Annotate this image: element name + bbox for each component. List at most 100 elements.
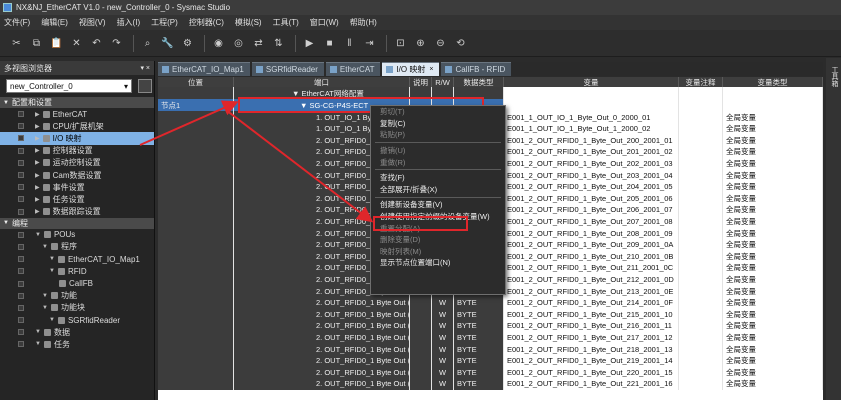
menu-item-0[interactable]: 文件(F) — [4, 17, 30, 28]
tree-item[interactable]: ▼ SGRfidReader — [0, 314, 154, 326]
tree-item[interactable]: ▶ Cam数据设置 — [0, 169, 154, 181]
col-header-port[interactable]: 端口 — [234, 77, 410, 87]
variable-cell[interactable] — [504, 87, 679, 99]
expand-arrow-icon[interactable]: ▶ — [35, 147, 40, 154]
expand-arrow-icon[interactable]: ▶ — [35, 111, 40, 118]
table-row[interactable]: 2. OUT_RFID0_1 Byte Out (214)_2001_0F WBY… — [158, 296, 823, 309]
reset-icon[interactable]: ⟲ — [452, 35, 469, 52]
variable-type-cell[interactable]: 全局变量 — [723, 192, 823, 205]
table-row[interactable]: 2. OUT_RFID0_1 Byte Out (221)_2001_16 WBY… — [158, 377, 823, 390]
delete-icon[interactable]: ✕ — [68, 35, 85, 52]
variable-comment-cell[interactable] — [679, 99, 723, 111]
variable-comment-cell[interactable] — [679, 111, 723, 123]
tree-item[interactable]: ▶ 控制器设置 — [0, 145, 154, 157]
variable-type-cell[interactable]: 全局变量 — [723, 250, 823, 263]
tree-item[interactable]: ▶ 运动控制设置 — [0, 157, 154, 169]
expand-arrow-icon[interactable]: ▶ — [35, 123, 40, 130]
variable-comment-cell[interactable] — [679, 238, 723, 251]
variable-type-cell[interactable]: 全局变量 — [723, 319, 823, 332]
stop-icon[interactable]: ■ — [321, 35, 338, 52]
variable-cell[interactable]: E001_2_OUT_RFID0_1_Byte_Out_211_2001_0C — [504, 261, 679, 274]
paste-icon[interactable]: 📋 — [48, 35, 65, 52]
variable-type-cell[interactable] — [723, 87, 823, 99]
variable-comment-cell[interactable] — [679, 122, 723, 135]
expand-arrow-icon[interactable]: ▼ — [49, 317, 55, 323]
menu-item-4[interactable]: 工程(P) — [151, 17, 178, 28]
build-icon[interactable]: ⚙ — [179, 35, 196, 52]
offline-icon[interactable]: ◎ — [230, 35, 247, 52]
variable-comment-cell[interactable] — [679, 227, 723, 239]
variable-cell[interactable]: E001_2_OUT_RFID0_1_Byte_Out_208_2001_09 — [504, 227, 679, 239]
zoom-fit-icon[interactable]: ⊡ — [392, 35, 409, 52]
expand-arrow-icon[interactable]: ▶ — [35, 184, 40, 191]
variable-cell[interactable]: E001_2_OUT_RFID0_1_Byte_Out_206_2001_07 — [504, 203, 679, 216]
variable-cell[interactable]: E001_2_OUT_RFID0_1_Byte_Out_205_2001_06 — [504, 192, 679, 205]
checkbox-icon[interactable] — [18, 268, 24, 275]
expand-arrow-icon[interactable]: ▼ — [49, 268, 55, 274]
variable-type-cell[interactable]: 全局变量 — [723, 180, 823, 193]
tree-section-1[interactable]: ▼ 编程 — [0, 217, 154, 229]
col-header-description[interactable]: 说明 — [410, 77, 432, 87]
expand-arrow-icon[interactable]: ▼ — [42, 293, 48, 299]
variable-comment-cell[interactable] — [679, 331, 723, 344]
variable-cell[interactable] — [504, 99, 679, 111]
menu-item-1[interactable]: 编辑(E) — [41, 17, 68, 28]
tree-item[interactable]: CallFB — [0, 277, 154, 289]
variable-type-cell[interactable]: 全局变量 — [723, 134, 823, 147]
tree-item[interactable]: ▼ EtherCAT_IO_Map1 — [0, 253, 154, 265]
variable-comment-cell[interactable] — [679, 319, 723, 332]
menu-item-6[interactable]: 模拟(S) — [235, 17, 262, 28]
variable-cell[interactable]: E001_2_OUT_RFID0_1_Byte_Out_219_2001_14 — [504, 354, 679, 367]
checkbox-icon[interactable] — [18, 208, 24, 215]
checkbox-icon[interactable] — [18, 159, 24, 166]
tab-3[interactable]: I/O 映射 × — [382, 62, 440, 76]
zoom-in-icon[interactable]: ⊕ — [412, 35, 429, 52]
variable-comment-cell[interactable] — [679, 169, 723, 181]
variable-type-cell[interactable]: 全局变量 — [723, 343, 823, 355]
tab-0[interactable]: EtherCAT_IO_Map1 — [158, 62, 250, 76]
checkbox-icon[interactable] — [18, 280, 24, 287]
variable-type-cell[interactable]: 全局变量 — [723, 227, 823, 239]
variable-cell[interactable]: E001_2_OUT_RFID0_1_Byte_Out_214_2001_0F — [504, 296, 679, 309]
variable-cell[interactable]: E001_2_OUT_RFID0_1_Byte_Out_204_2001_05 — [504, 180, 679, 193]
step-icon[interactable]: ⇥ — [361, 35, 378, 52]
checkbox-icon[interactable] — [18, 111, 24, 118]
variable-type-cell[interactable]: 全局变量 — [723, 215, 823, 228]
variable-type-cell[interactable]: 全局变量 — [723, 366, 823, 379]
find-icon[interactable]: ⌕ — [139, 35, 156, 52]
table-row[interactable]: 2. OUT_RFID0_1 Byte Out (217)_2001_12 WBY… — [158, 331, 823, 344]
variable-type-cell[interactable]: 全局变量 — [723, 296, 823, 309]
variable-cell[interactable]: E001_2_OUT_RFID0_1_Byte_Out_203_2001_04 — [504, 169, 679, 181]
col-header-variable-type[interactable]: 变量类型 — [723, 77, 823, 87]
tree-item[interactable]: ▶ 数据跟踪设置 — [0, 206, 154, 218]
context-menu-item[interactable]: 查找(F) — [371, 172, 505, 184]
variable-type-cell[interactable]: 全局变量 — [723, 122, 823, 135]
checkbox-icon[interactable] — [18, 329, 24, 336]
variable-type-cell[interactable]: 全局变量 — [723, 111, 823, 123]
variable-cell[interactable]: E001_1_OUT_IO_1_Byte_Out_1_2000_02 — [504, 122, 679, 135]
panel-pin-icon[interactable]: ▾ × — [140, 64, 150, 72]
expand-arrow-icon[interactable]: ▼ — [35, 232, 41, 238]
pause-icon[interactable]: ‖ — [341, 35, 358, 52]
tree-item[interactable]: ▼ POUs — [0, 229, 154, 241]
variable-cell[interactable]: E001_2_OUT_RFID0_1_Byte_Out_221_2001_16 — [504, 377, 679, 390]
variable-comment-cell[interactable] — [679, 215, 723, 228]
variable-cell[interactable]: E001_2_OUT_RFID0_1_Byte_Out_220_2001_15 — [504, 366, 679, 379]
variable-type-cell[interactable]: 全局变量 — [723, 377, 823, 390]
variable-comment-cell[interactable] — [679, 354, 723, 367]
variable-cell[interactable]: E001_2_OUT_RFID0_1_Byte_Out_218_2001_13 — [504, 343, 679, 355]
undo-icon[interactable]: ↶ — [88, 35, 105, 52]
checkbox-icon[interactable] — [18, 317, 24, 324]
checkbox-icon[interactable] — [18, 172, 24, 179]
variable-comment-cell[interactable] — [679, 203, 723, 216]
variable-type-cell[interactable]: 全局变量 — [723, 238, 823, 251]
variable-type-cell[interactable] — [723, 99, 823, 111]
variable-comment-cell[interactable] — [679, 343, 723, 355]
tree-item[interactable]: ▶ 任务设置 — [0, 193, 154, 205]
zoom-out-icon[interactable]: ⊖ — [432, 35, 449, 52]
variable-cell[interactable]: E001_2_OUT_RFID0_1_Byte_Out_209_2001_0A — [504, 238, 679, 251]
variable-comment-cell[interactable] — [679, 273, 723, 286]
variable-type-cell[interactable]: 全局变量 — [723, 169, 823, 181]
col-header-variable[interactable]: 变量 — [504, 77, 679, 87]
variable-comment-cell[interactable] — [679, 366, 723, 379]
